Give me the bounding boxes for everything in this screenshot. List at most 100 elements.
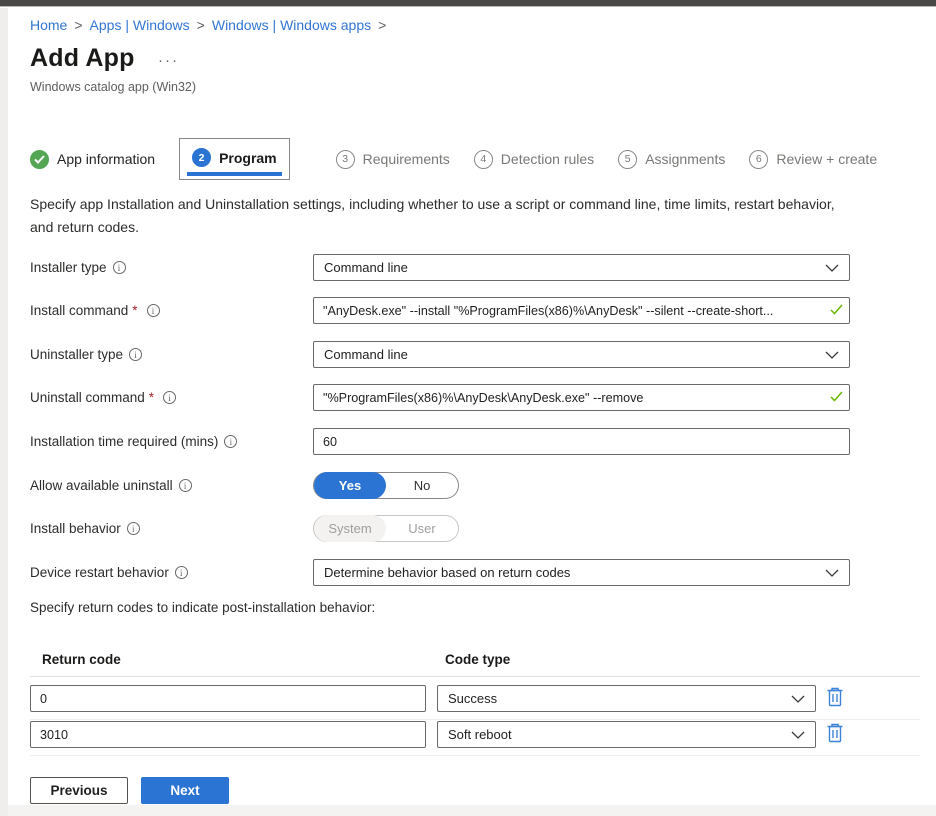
breadcrumb: Home > Apps | Windows > Windows | Windows ap… xyxy=(30,17,393,33)
label-text: Uninstaller type xyxy=(30,347,123,362)
table-header-divider xyxy=(30,676,920,677)
info-icon[interactable]: i xyxy=(113,261,126,274)
previous-button[interactable]: Previous xyxy=(30,777,128,804)
code-type-dropdown[interactable]: Soft reboot xyxy=(437,721,816,748)
label-text: Install behavior xyxy=(30,521,121,536)
toggle-option-system: System xyxy=(314,515,386,542)
breadcrumb-separator: > xyxy=(74,17,82,33)
breadcrumb-home[interactable]: Home xyxy=(30,17,67,33)
install-time-label: Installation time required (mins) i xyxy=(30,428,305,455)
step-detection-rules[interactable]: 4 Detection rules xyxy=(474,150,594,169)
toggle-option-yes[interactable]: Yes xyxy=(314,472,386,499)
step-program-active[interactable]: 2 Program xyxy=(179,138,290,180)
step-requirements[interactable]: 3 Requirements xyxy=(336,150,450,169)
device-restart-behavior-dropdown[interactable]: Determine behavior based on return codes xyxy=(313,559,850,586)
install-command-input[interactable] xyxy=(313,297,850,324)
step-assignments[interactable]: 5 Assignments xyxy=(618,150,725,169)
delete-row-button[interactable] xyxy=(824,722,846,746)
uninstall-command-input[interactable] xyxy=(313,384,850,411)
label-text: Install command xyxy=(30,303,128,318)
page-subtitle: Windows catalog app (Win32) xyxy=(30,80,196,94)
required-asterisk: * xyxy=(132,303,137,318)
info-icon[interactable]: i xyxy=(127,522,140,535)
active-step-underline xyxy=(187,172,282,176)
step-app-information[interactable]: App information xyxy=(30,150,155,169)
return-code-input[interactable] xyxy=(30,721,426,748)
uninstaller-type-label: Uninstaller type i xyxy=(30,341,305,368)
allow-available-uninstall-toggle: Yes No xyxy=(313,472,459,499)
next-button[interactable]: Next xyxy=(141,777,229,804)
installer-type-label: Installer type i xyxy=(30,254,305,281)
install-time-input[interactable] xyxy=(313,428,850,455)
info-icon[interactable]: i xyxy=(163,391,176,404)
step-review-create[interactable]: 6 Review + create xyxy=(749,150,877,169)
info-icon[interactable]: i xyxy=(175,566,188,579)
code-type-column-header: Code type xyxy=(445,652,510,667)
label-text: Installation time required (mins) xyxy=(30,434,218,449)
code-type-dropdown[interactable]: Success xyxy=(437,685,816,712)
breadcrumb-separator: > xyxy=(197,17,205,33)
label-text: Installer type xyxy=(30,260,107,275)
trash-icon xyxy=(825,722,845,744)
install-time-field-wrap xyxy=(313,428,850,455)
selected-value: Success xyxy=(448,691,791,706)
chevron-down-icon xyxy=(791,695,805,703)
delete-row-button[interactable] xyxy=(824,686,846,710)
step-label: Program xyxy=(219,150,277,166)
info-icon[interactable]: i xyxy=(129,348,142,361)
breadcrumb-windows-apps[interactable]: Windows | Windows apps xyxy=(212,17,371,33)
info-icon[interactable]: i xyxy=(179,479,192,492)
chevron-down-icon xyxy=(825,569,839,577)
step-number-badge: 4 xyxy=(474,150,493,169)
valid-check-icon xyxy=(830,391,843,402)
toggle-option-no[interactable]: No xyxy=(386,472,458,499)
wizard-steps: App information 2 Program 3 Requirements… xyxy=(30,136,877,182)
label-text: Allow available uninstall xyxy=(30,478,173,493)
selected-value: Command line xyxy=(324,260,825,275)
page-bottom-gutter xyxy=(8,805,936,816)
return-codes-intro: Specify return codes to indicate post-in… xyxy=(30,600,375,615)
install-command-label: Install command * i xyxy=(30,297,305,324)
selected-value: Soft reboot xyxy=(448,727,791,742)
step-label: Review + create xyxy=(776,151,877,167)
step-number-badge: 6 xyxy=(749,150,768,169)
label-text: Device restart behavior xyxy=(30,565,169,580)
uninstall-command-field-wrap xyxy=(313,384,850,411)
page-left-gutter xyxy=(0,8,8,816)
table-bottom-divider xyxy=(30,755,920,756)
browser-top-bar xyxy=(0,0,936,7)
step-label: Detection rules xyxy=(501,151,594,167)
section-description: Specify app Installation and Uninstallat… xyxy=(30,193,845,239)
chevron-down-icon xyxy=(825,351,839,359)
info-icon[interactable]: i xyxy=(224,435,237,448)
install-command-field-wrap xyxy=(313,297,850,324)
step-number-badge: 2 xyxy=(192,148,211,167)
uninstall-command-label: Uninstall command * i xyxy=(30,384,305,411)
step-number-badge: 3 xyxy=(336,150,355,169)
valid-check-icon xyxy=(830,304,843,315)
breadcrumb-apps-windows[interactable]: Apps | Windows xyxy=(90,17,190,33)
return-code-row xyxy=(30,721,426,748)
chevron-down-icon xyxy=(791,731,805,739)
return-code-input[interactable] xyxy=(30,685,426,712)
step-label: Assignments xyxy=(645,151,725,167)
install-behavior-toggle: System User xyxy=(313,515,459,542)
page-title: Add App xyxy=(30,44,135,73)
table-row-divider xyxy=(30,719,920,720)
trash-icon xyxy=(825,686,845,708)
installer-type-dropdown[interactable]: Command line xyxy=(313,254,850,281)
chevron-down-icon xyxy=(825,264,839,272)
step-label: App information xyxy=(57,151,155,167)
more-options-icon[interactable]: ··· xyxy=(158,52,179,69)
selected-value: Command line xyxy=(324,347,825,362)
label-text: Uninstall command xyxy=(30,390,145,405)
toggle-option-user: User xyxy=(386,515,458,542)
return-code-row xyxy=(30,685,426,712)
install-behavior-label: Install behavior i xyxy=(30,515,305,542)
info-icon[interactable]: i xyxy=(147,304,160,317)
allow-available-uninstall-label: Allow available uninstall i xyxy=(30,472,305,499)
selected-value: Determine behavior based on return codes xyxy=(324,565,825,580)
return-code-column-header: Return code xyxy=(42,652,121,667)
uninstaller-type-dropdown[interactable]: Command line xyxy=(313,341,850,368)
step-complete-check-icon xyxy=(30,150,49,169)
